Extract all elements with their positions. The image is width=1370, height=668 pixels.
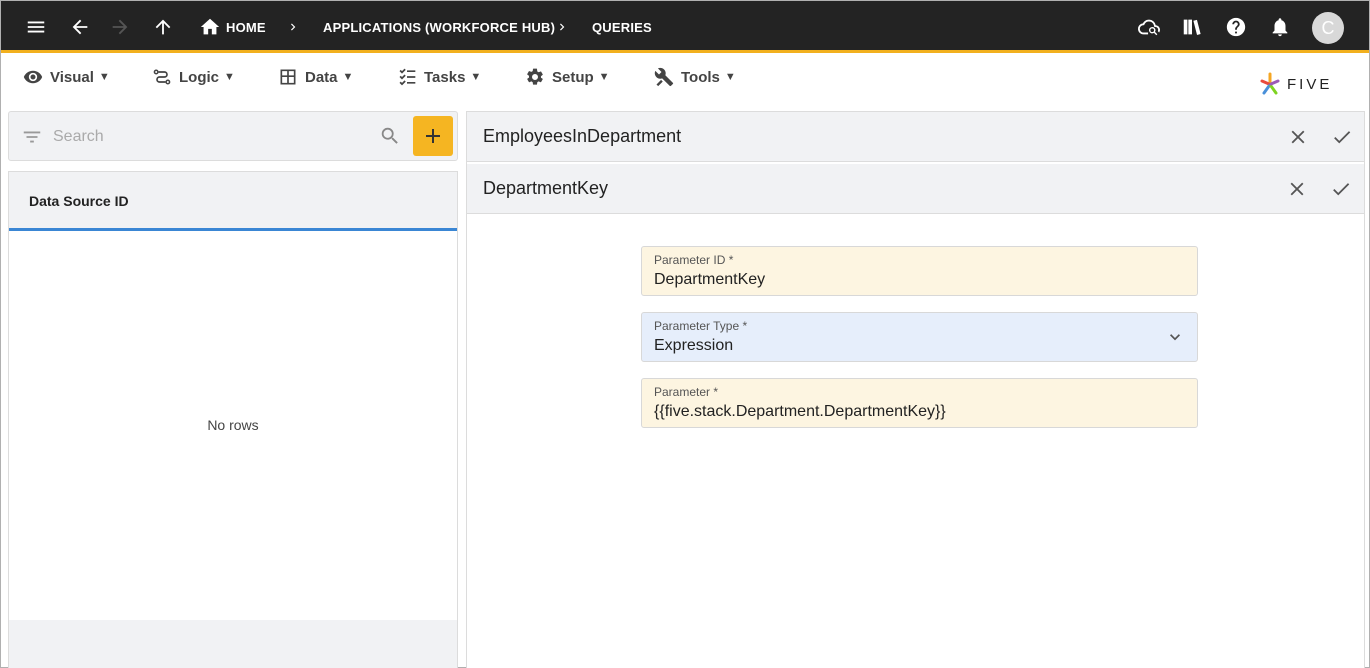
child-cancel-button[interactable] bbox=[1284, 176, 1310, 202]
breadcrumb-applications[interactable]: APPLICATIONS (WORKFORCE HUB) bbox=[323, 19, 555, 37]
parameter-id-label: Parameter ID * bbox=[654, 253, 734, 267]
parent-cancel-button[interactable] bbox=[1285, 124, 1311, 150]
menu-visual-label: Visual bbox=[50, 68, 94, 86]
five-logo-text: FIVE bbox=[1287, 75, 1333, 93]
forward-arrow-icon[interactable] bbox=[106, 13, 134, 41]
data-source-list: Data Source ID No rows bbox=[8, 171, 458, 668]
search-input[interactable] bbox=[53, 124, 373, 150]
caret-down-icon: ▼ bbox=[224, 71, 235, 83]
check-icon bbox=[1333, 183, 1350, 196]
menu-logic[interactable]: Logic ▼ bbox=[152, 63, 235, 91]
parent-form-title: EmployeesInDepartment bbox=[483, 126, 682, 146]
parent-save-button[interactable] bbox=[1329, 124, 1355, 150]
empty-list-message: No rows bbox=[207, 417, 259, 433]
chevron-right-icon bbox=[554, 16, 570, 38]
menu-setup-label: Setup bbox=[552, 68, 594, 86]
column-header-data-source-id: Data Source ID bbox=[29, 193, 129, 209]
search-bar bbox=[8, 111, 458, 161]
avatar[interactable]: C bbox=[1312, 12, 1344, 44]
five-logo: FIVE bbox=[1259, 71, 1332, 97]
plus-icon bbox=[426, 129, 440, 143]
check-icon bbox=[1334, 131, 1351, 144]
add-button[interactable] bbox=[413, 116, 453, 156]
menu-data-label: Data bbox=[305, 68, 338, 86]
list-footer bbox=[9, 620, 457, 668]
five-logo-mark-icon bbox=[1260, 72, 1280, 95]
parameter-type-label: Parameter Type * bbox=[654, 319, 748, 333]
breadcrumb-home[interactable]: HOME bbox=[226, 19, 266, 37]
chevron-right-icon bbox=[285, 16, 301, 38]
parameter-type-select[interactable]: Parameter Type * Expression bbox=[641, 312, 1198, 362]
menu-data[interactable]: Data ▼ bbox=[278, 63, 353, 91]
menu-tasks-label: Tasks bbox=[424, 68, 466, 86]
caret-down-icon: ▼ bbox=[342, 71, 354, 83]
child-form-header: DepartmentKey bbox=[467, 164, 1364, 214]
caret-down-icon: ▼ bbox=[470, 71, 482, 83]
route-icon bbox=[153, 69, 171, 85]
parameter-label: Parameter * bbox=[654, 385, 719, 399]
child-form-title: DepartmentKey bbox=[483, 178, 609, 198]
chevron-down-icon[interactable] bbox=[1165, 327, 1185, 347]
menu-setup[interactable]: Setup ▼ bbox=[525, 63, 610, 91]
close-icon bbox=[1290, 182, 1304, 196]
help-icon[interactable] bbox=[1222, 13, 1250, 41]
parameter-type-value[interactable]: Expression bbox=[654, 337, 733, 355]
back-arrow-icon[interactable] bbox=[66, 13, 94, 41]
parameter-id-field[interactable]: Parameter ID * DepartmentKey bbox=[641, 246, 1198, 296]
tools-icon bbox=[654, 67, 674, 87]
top-bar: HOME APPLICATIONS (WORKFORCE HUB) QUERIE… bbox=[1, 1, 1369, 53]
filter-icon[interactable] bbox=[21, 126, 43, 148]
table-icon bbox=[280, 69, 296, 85]
menu-tools[interactable]: Tools ▼ bbox=[654, 63, 736, 91]
caret-down-icon: ▼ bbox=[724, 71, 736, 83]
avatar-initial: C bbox=[1321, 17, 1335, 38]
up-arrow-icon[interactable] bbox=[149, 13, 177, 41]
close-icon bbox=[1291, 130, 1305, 144]
parameter-id-value[interactable]: DepartmentKey bbox=[654, 271, 765, 289]
parent-form-header: EmployeesInDepartment bbox=[467, 112, 1364, 162]
cloud-search-icon[interactable] bbox=[1135, 13, 1163, 41]
breadcrumb-queries[interactable]: QUERIES bbox=[592, 19, 652, 37]
caret-down-icon: ▼ bbox=[598, 71, 610, 83]
menu-visual[interactable]: Visual ▼ bbox=[23, 63, 110, 91]
search-icon[interactable] bbox=[379, 125, 403, 149]
eye-icon bbox=[23, 70, 43, 84]
child-save-button[interactable] bbox=[1328, 176, 1354, 202]
parameter-field[interactable]: Parameter * {{five.stack.Department.Depa… bbox=[641, 378, 1198, 428]
parameter-value[interactable]: {{five.stack.Department.DepartmentKey}} bbox=[654, 403, 946, 421]
caret-down-icon: ▼ bbox=[98, 71, 110, 83]
menu-tools-label: Tools bbox=[681, 68, 720, 86]
list-column-header[interactable]: Data Source ID bbox=[9, 172, 457, 231]
gear-icon bbox=[527, 68, 543, 85]
bell-icon[interactable] bbox=[1266, 13, 1294, 41]
menu-icon[interactable] bbox=[22, 13, 50, 41]
checklist-icon bbox=[399, 68, 416, 86]
home-icon[interactable] bbox=[196, 13, 224, 41]
menu-bar: Visual ▼ Logic ▼ Data ▼ Tasks ▼ Setup ▼ … bbox=[1, 56, 1369, 100]
form-panel: EmployeesInDepartment DepartmentKey Para… bbox=[466, 111, 1365, 668]
library-books-icon[interactable] bbox=[1178, 13, 1206, 41]
menu-logic-label: Logic bbox=[179, 68, 219, 86]
menu-tasks[interactable]: Tasks ▼ bbox=[397, 63, 481, 91]
